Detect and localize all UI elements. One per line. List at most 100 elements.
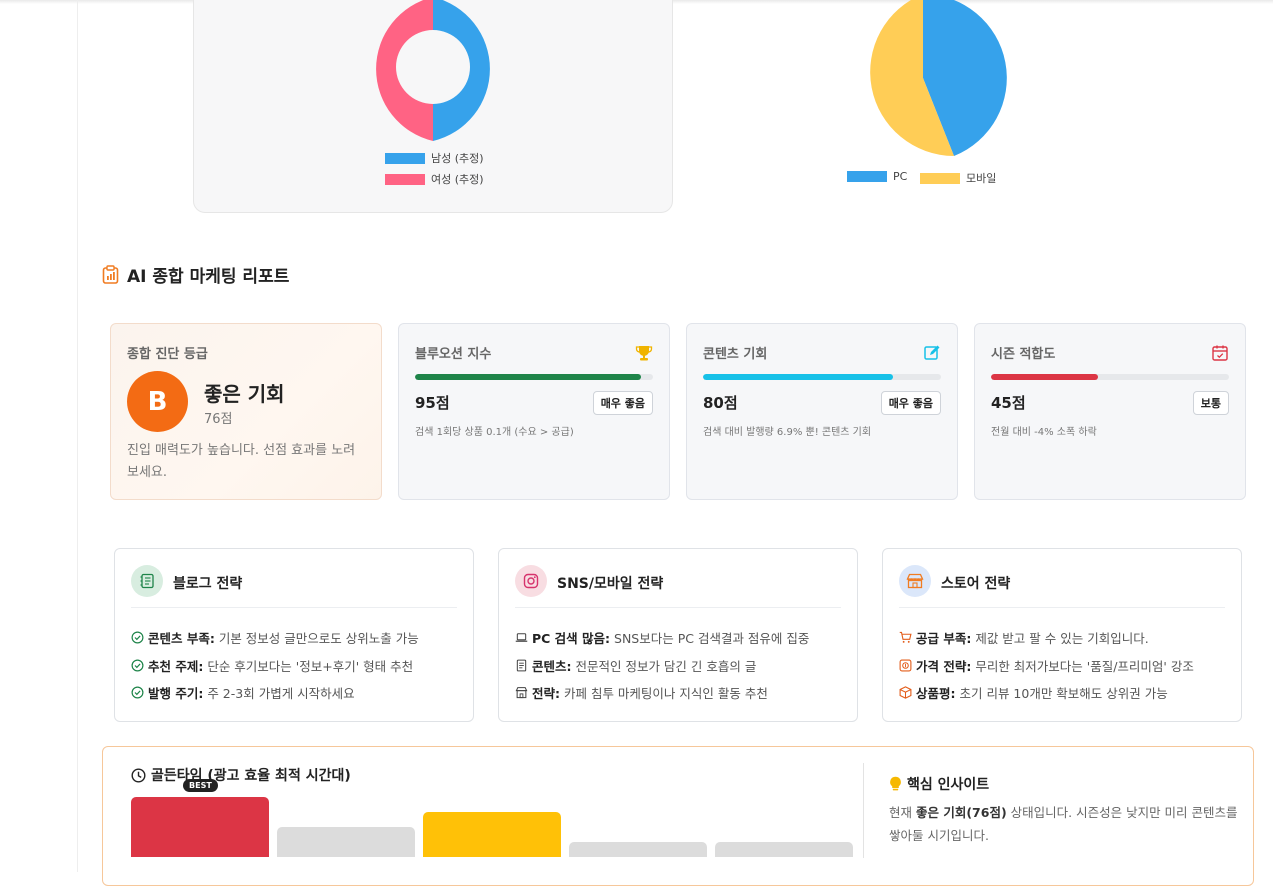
legend-swatch xyxy=(385,173,425,185)
metric-description: 검색 1회당 상품 0.1개 (수요 > 공급) xyxy=(415,427,574,438)
strategy-item: 추천 주제: 단순 후기보다는 '정보+후기' 형태 추천 xyxy=(131,652,419,680)
metric-score: 95점 xyxy=(415,394,450,412)
golden-time-bar xyxy=(423,812,561,857)
strategy-item-text: 단순 후기보다는 '정보+후기' 형태 추천 xyxy=(203,658,414,674)
blog-strategy-card: 블로그 전략 콘텐츠 부족: 기본 정보성 글만으로도 상위노출 가능 추천 주… xyxy=(114,548,474,722)
divider xyxy=(863,763,864,858)
strategy-item-label: 발행 주기: xyxy=(148,686,204,702)
legend-swatch xyxy=(847,171,887,182)
strategy-header: SNS/모바일 전략 xyxy=(515,565,841,608)
golden-time-bar xyxy=(131,797,269,857)
sns-strategy-card: SNS/모바일 전략 PC 검색 많음: SNS보다는 PC 검색결과 점유에 … xyxy=(498,548,858,722)
metric-status-badge: 보통 xyxy=(1192,391,1229,415)
legend-mobile: 모바일 xyxy=(920,170,996,186)
insight-title: 핵심 인사이트 xyxy=(889,774,989,794)
metric-title: 콘텐츠 기회 xyxy=(703,347,768,362)
legend-male: 남성 (추정) xyxy=(385,150,484,166)
instagram-icon xyxy=(515,565,547,597)
male-slice xyxy=(433,0,490,141)
insight-highlight: 좋은 기회(76점) xyxy=(915,805,1007,820)
strategy-item-text: 주 2-3회 가볍게 시작하세요 xyxy=(203,686,355,702)
cart-icon xyxy=(899,632,912,644)
metric-progress-track xyxy=(703,374,941,380)
strategy-header: 블로그 전략 xyxy=(131,565,457,608)
strategy-item: 발행 주기: 주 2-3회 가볍게 시작하세요 xyxy=(131,679,419,707)
metric-title: 시즌 적합도 xyxy=(991,347,1056,362)
grade-label: 종합 진단 등급 xyxy=(127,347,208,362)
check-circle-icon xyxy=(131,659,144,672)
grade-name: 좋은 기회 xyxy=(204,382,285,406)
strategy-item-label: 가격 전략: xyxy=(916,658,972,674)
strategy-item-label: 전략: xyxy=(532,686,560,702)
metric-progress-track xyxy=(415,374,653,380)
strategy-item-label: 추천 주제: xyxy=(148,658,204,674)
left-border xyxy=(77,0,78,872)
strategy-item: 상품평: 초기 리뷰 10개만 확보해도 상위권 가능 xyxy=(899,679,1194,707)
strategy-list: PC 검색 많음: SNS보다는 PC 검색결과 점유에 집중 콘텐츠: 전문적… xyxy=(515,624,809,707)
legend-label: 모바일 xyxy=(966,172,997,185)
legend-label: 여성 (추정) xyxy=(431,173,484,186)
strategy-item: 콘텐츠: 전문적인 정보가 담긴 긴 호흡의 글 xyxy=(515,652,809,680)
insight-prefix: 현재 xyxy=(889,805,916,820)
strategy-title: 스토어 전략 xyxy=(941,576,1011,592)
report-title-text: AI 종합 마케팅 리포트 xyxy=(127,267,290,287)
calendar-check-icon xyxy=(1212,345,1228,361)
grade-badge: B xyxy=(127,371,188,432)
gender-doughnut-chart xyxy=(376,0,490,141)
strategy-item-label: PC 검색 많음: xyxy=(532,631,611,647)
strategy-item-text: 무리한 최저가보다는 '품질/프리미엄' 강조 xyxy=(971,658,1194,674)
metric-status-badge: 매우 좋음 xyxy=(592,391,653,415)
metric-card-content: 콘텐츠 기회 80점 매우 좋음 검색 대비 발행량 6.9% 뿐! 콘텐츠 기… xyxy=(686,323,958,500)
price-tag-icon xyxy=(899,659,912,672)
report-title: AI 종합 마케팅 리포트 xyxy=(102,262,289,287)
metric-title: 블루오션 지수 xyxy=(415,347,492,362)
store-strategy-card: 스토어 전략 공급 부족: 제값 받고 팔 수 있는 기회입니다. 가격 전략:… xyxy=(882,548,1242,722)
strategy-item-label: 콘텐츠 부족: xyxy=(148,631,215,647)
shop-icon xyxy=(515,687,528,699)
golden-time-title: 골든타임 (광고 효율 최적 시간대) xyxy=(131,765,351,785)
golden-time-bar xyxy=(715,842,853,857)
strategy-header: 스토어 전략 xyxy=(899,565,1225,608)
clipboard-chart-icon xyxy=(102,265,119,284)
store-icon xyxy=(899,565,931,597)
clock-icon xyxy=(131,767,146,783)
metric-card-blue-ocean: 블루오션 지수 95점 매우 좋음 검색 1회당 상품 0.1개 (수요 > 공… xyxy=(398,323,670,500)
lightbulb-icon xyxy=(890,776,901,791)
female-slice xyxy=(376,0,433,141)
strategy-list: 콘텐츠 부족: 기본 정보성 글만으로도 상위노출 가능 추천 주제: 단순 후… xyxy=(131,624,419,707)
metric-score: 80점 xyxy=(703,394,738,412)
strategy-item-text: 카페 침투 마케팅이나 지식인 활동 추천 xyxy=(560,686,768,702)
strategy-item-text: 기본 정보성 글만으로도 상위노출 가능 xyxy=(214,631,419,647)
legend-label: 남성 (추정) xyxy=(431,152,484,165)
grade-score: 76점 xyxy=(204,412,233,427)
metric-status-badge: 매우 좋음 xyxy=(880,391,941,415)
strategy-item: 공급 부족: 제값 받고 팔 수 있는 기회입니다. xyxy=(899,624,1194,652)
metric-description: 전월 대비 -4% 소폭 하락 xyxy=(991,427,1097,438)
metric-description: 검색 대비 발행량 6.9% 뿐! 콘텐츠 기회 xyxy=(703,427,872,438)
strategy-item: 가격 전략: 무리한 최저가보다는 '품질/프리미엄' 강조 xyxy=(899,652,1194,680)
legend-label: PC xyxy=(893,170,908,183)
strategy-list: 공급 부족: 제값 받고 팔 수 있는 기회입니다. 가격 전략: 무리한 최저… xyxy=(899,624,1194,707)
strategy-item-label: 콘텐츠: xyxy=(532,658,572,674)
grade-description: 진입 매력도가 높습니다. 선점 효과를 노려보세요. xyxy=(127,443,356,480)
legend-pc: PC xyxy=(847,170,907,183)
strategy-item: 콘텐츠 부족: 기본 정보성 글만으로도 상위노출 가능 xyxy=(131,624,419,652)
strategy-item-label: 공급 부족: xyxy=(916,631,972,647)
blog-icon xyxy=(131,565,163,597)
legend-swatch xyxy=(385,152,425,164)
legend-female: 여성 (추정) xyxy=(385,171,484,187)
strategy-item-text: 제값 받고 팔 수 있는 기회입니다. xyxy=(971,631,1149,647)
box-icon xyxy=(899,686,912,699)
strategy-title: 블로그 전략 xyxy=(173,576,243,592)
golden-time-bar xyxy=(277,827,415,857)
golden-time-title-text: 골든타임 (광고 효율 최적 시간대) xyxy=(151,768,351,784)
golden-time-bar xyxy=(569,842,707,857)
metric-score: 45점 xyxy=(991,394,1026,412)
golden-time-card: 골든타임 (광고 효율 최적 시간대) BEST 핵심 인사이트 현재 좋은 기… xyxy=(102,746,1254,886)
metric-progress-fill xyxy=(703,374,894,380)
metric-progress-fill xyxy=(415,374,642,380)
document-icon xyxy=(516,659,527,672)
metric-card-season: 시즌 적합도 45점 보통 전월 대비 -4% 소폭 하락 xyxy=(974,323,1246,500)
check-circle-icon xyxy=(131,631,144,644)
trophy-icon xyxy=(635,346,653,361)
